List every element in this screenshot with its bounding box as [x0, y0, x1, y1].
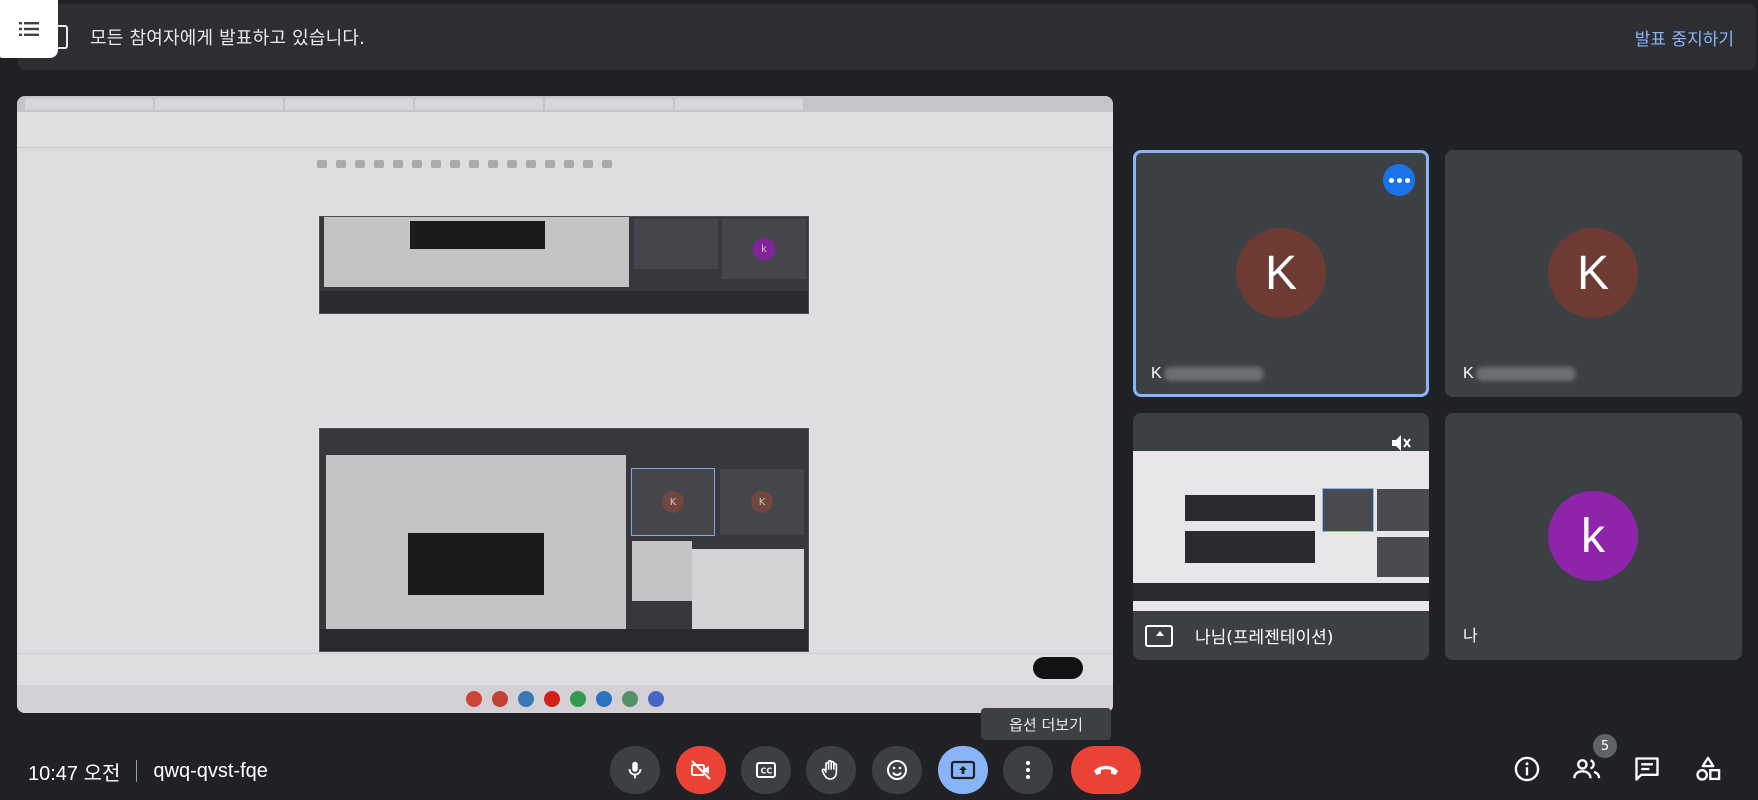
avatar-initial: K: [1576, 246, 1609, 300]
present-now-button[interactable]: [938, 746, 988, 794]
captions-button[interactable]: CC: [741, 746, 791, 794]
avatar-initial: K: [1264, 246, 1297, 300]
participant-name-text: K: [1463, 365, 1474, 382]
camera-off-icon: [691, 760, 711, 780]
meeting-code: qwq-qvst-fqe: [153, 759, 268, 782]
people-count-badge: 5: [1593, 734, 1617, 758]
participant-name-text: K: [1151, 365, 1162, 382]
camera-button[interactable]: [676, 746, 726, 794]
avatar: K: [1236, 228, 1326, 318]
shared-browser-tabs: [17, 96, 1113, 112]
meeting-time: 10:47 오전: [28, 762, 121, 785]
avatar-initial: k: [1581, 509, 1605, 563]
activities-button[interactable]: [1691, 752, 1725, 786]
participant-tile-1[interactable]: K K: [1133, 150, 1429, 397]
shared-bookmarks-bar: [17, 130, 1113, 148]
emoji-button[interactable]: [872, 746, 922, 794]
presentation-label-text: 나님(프레젠테이션): [1195, 628, 1334, 648]
separator: [136, 760, 138, 782]
shared-tab: [675, 98, 803, 110]
participant-name: K: [1151, 365, 1264, 383]
self-tile[interactable]: k 나: [1445, 413, 1742, 660]
embedded-screenshot-2: K K: [319, 428, 809, 652]
redacted-name: [1475, 366, 1576, 381]
captions-icon: CC: [756, 762, 776, 778]
self-name: 나: [1463, 628, 1478, 645]
shared-tab: [285, 98, 413, 110]
mic-off-icon: [1392, 435, 1411, 451]
presentation-preview: [1133, 451, 1429, 611]
raise-hand-button[interactable]: [806, 746, 856, 794]
shared-tab: [25, 98, 153, 110]
participant-tile-2[interactable]: K K: [1445, 150, 1742, 397]
people-icon: [1573, 759, 1601, 779]
banner-left: 모든 참여자에게 발표하고 있습니다.: [42, 4, 365, 70]
shared-tab: [155, 98, 283, 110]
chat-button[interactable]: [1630, 752, 1664, 786]
embedded-screenshot-1: k: [319, 216, 809, 314]
present-screen-icon: [950, 760, 976, 780]
raise-hand-icon: [821, 759, 838, 780]
people-button[interactable]: [1570, 752, 1604, 786]
present-screen-icon: [1145, 624, 1173, 647]
mic-icon: [628, 761, 642, 779]
meeting-details-button[interactable]: [1510, 752, 1544, 786]
avatar: k: [1548, 491, 1638, 581]
end-call-icon: [1094, 765, 1118, 775]
more-options-tooltip: 옵션 더보기: [981, 708, 1111, 740]
avatar: K: [1548, 228, 1638, 318]
info-icon: [1514, 756, 1540, 782]
shared-taskbar: [17, 685, 1113, 713]
shared-editor-toolbar: [317, 160, 777, 176]
more-options-icon: [1026, 761, 1030, 779]
list-icon: [19, 22, 39, 36]
participant-name: K: [1463, 365, 1576, 383]
shared-done-button: [1033, 657, 1083, 679]
presentation-tile[interactable]: 나님(프레젠테이션): [1133, 413, 1429, 660]
shared-editor-footer: [17, 653, 1113, 683]
chat-icon: [1635, 757, 1659, 781]
microphone-button[interactable]: [610, 746, 660, 794]
emoji-icon: [887, 760, 907, 780]
activities-icon: [1696, 756, 1721, 781]
presentation-label: 나님(프레젠테이션): [1145, 623, 1333, 648]
shared-address-bar: [17, 112, 1113, 130]
shared-editor: k K K: [17, 152, 1113, 713]
list-button[interactable]: [0, 0, 58, 58]
presenting-banner: 모든 참여자에게 발표하고 있습니다. 발표 중지하기: [18, 4, 1756, 70]
redacted-name: [1163, 366, 1264, 381]
shared-screen: k K K: [17, 96, 1113, 713]
svg-text:CC: CC: [761, 767, 773, 776]
participant-more-button[interactable]: [1383, 164, 1415, 196]
more-options-button[interactable]: [1003, 746, 1053, 794]
presenting-status-text: 모든 참여자에게 발표하고 있습니다.: [90, 28, 366, 49]
leave-call-button[interactable]: [1071, 746, 1141, 794]
shared-tab: [415, 98, 543, 110]
meeting-info: 10:47 오전 qwq-qvst-fqe: [28, 756, 268, 786]
shared-tab: [545, 98, 673, 110]
stop-presenting-button[interactable]: 발표 중지하기: [1635, 4, 1734, 70]
